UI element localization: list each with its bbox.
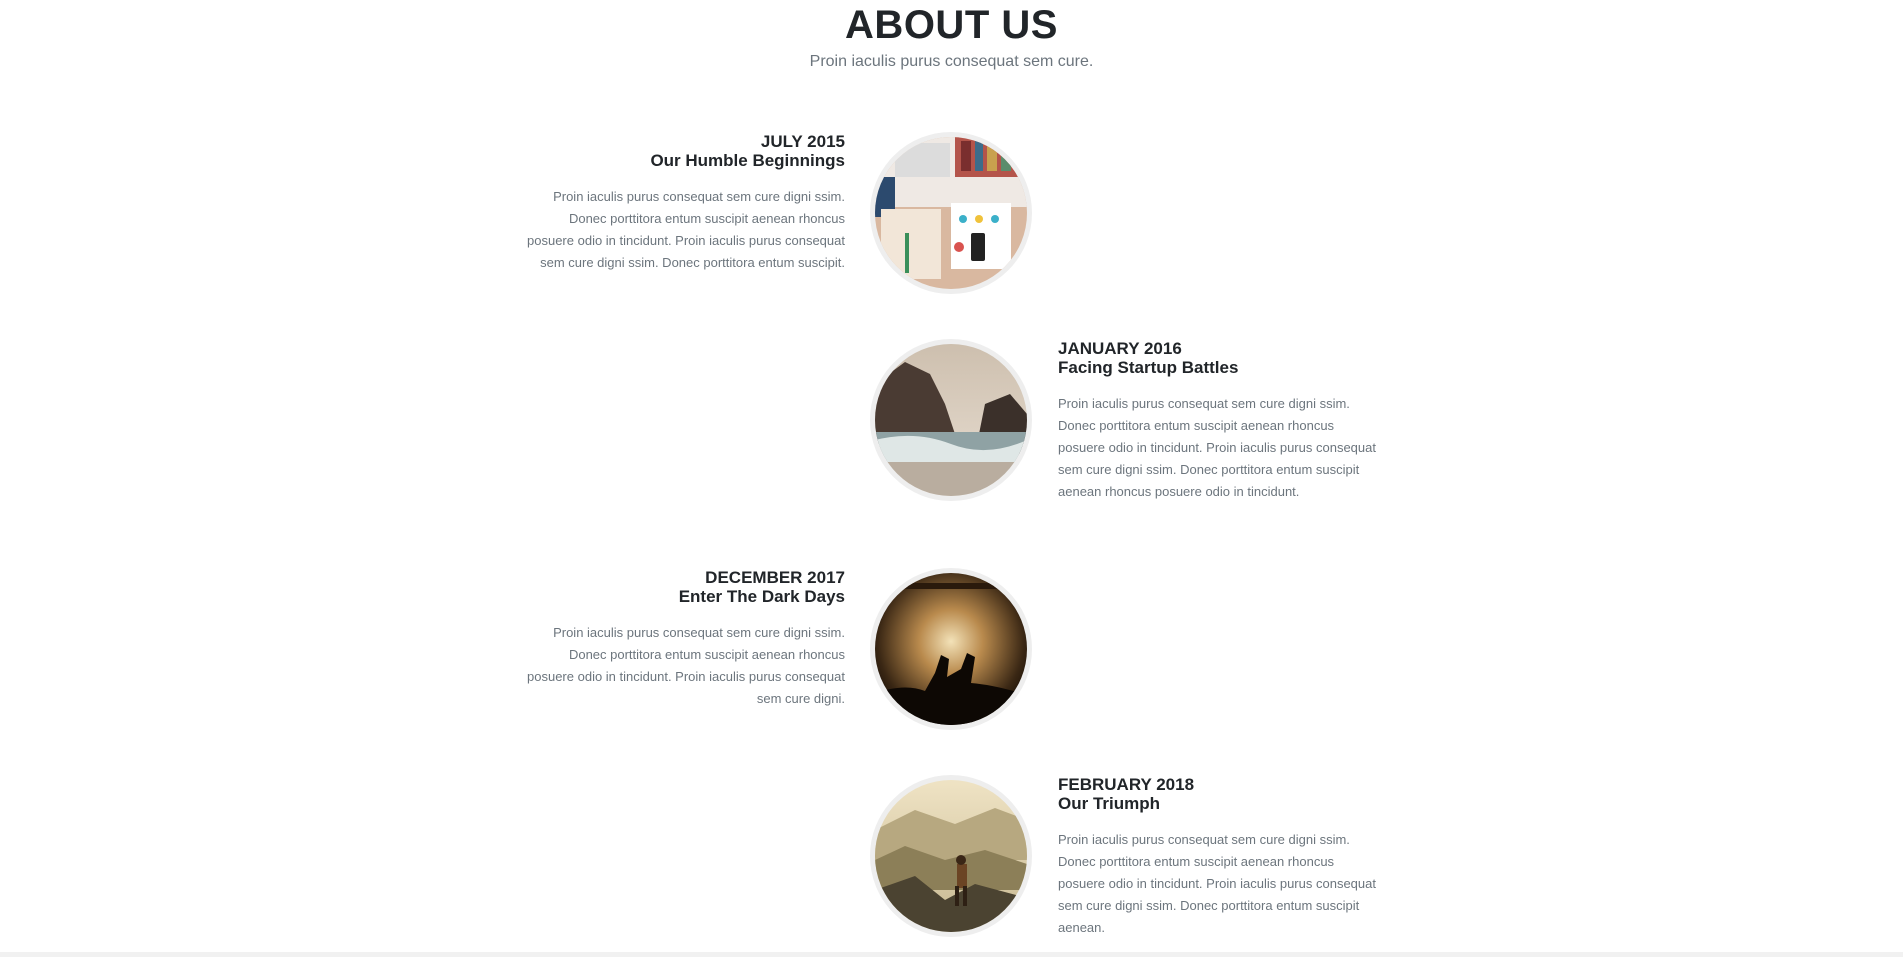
timeline-body: Proin iaculis purus consequat sem cure d… [527, 189, 845, 270]
timeline-date: JULY 2015 [760, 132, 845, 151]
timeline-body: Proin iaculis purus consequat sem cure d… [1058, 396, 1376, 499]
timeline-panel: JULY 2015 Our Humble Beginnings Proin ia… [525, 132, 845, 274]
timeline-body: Proin iaculis purus consequat sem cure d… [527, 625, 845, 706]
section-subtitle: Proin iaculis purus consequat sem cure. [809, 53, 1094, 70]
timeline-panel: FEBRUARY 2018 Our Triumph Proin iaculis … [1058, 775, 1378, 939]
timeline-heading: Our Humble Beginnings [650, 151, 845, 170]
concert-crowd-photo [870, 568, 1032, 730]
timeline-item: FEBRUARY 2018 Our Triumph Proin iaculis … [0, 775, 1903, 945]
rocky-beach-photo [870, 339, 1032, 501]
section-title: ABOUT US [845, 3, 1058, 47]
timeline-panel: JANUARY 2016 Facing Startup Battles Proi… [1058, 339, 1378, 503]
timeline-item: DECEMBER 2017 Enter The Dark Days Proin … [0, 568, 1903, 738]
timeline-item: JULY 2015 Our Humble Beginnings Proin ia… [0, 132, 1903, 302]
timeline-date: DECEMBER 2017 [705, 568, 845, 587]
timeline-body: Proin iaculis purus consequat sem cure d… [1058, 832, 1376, 935]
mountain-hiker-photo [870, 775, 1032, 937]
section-header: ABOUT US Proin iaculis purus consequat s… [0, 0, 1903, 72]
timeline-date: JANUARY 2016 [1058, 339, 1182, 358]
about-section: ABOUT US Proin iaculis purus consequat s… [0, 0, 1903, 957]
timeline-heading: Our Triumph [1058, 794, 1160, 813]
timeline-panel: DECEMBER 2017 Enter The Dark Days Proin … [525, 568, 845, 710]
timeline-item: JANUARY 2016 Facing Startup Battles Proi… [0, 339, 1903, 509]
timeline-heading: Enter The Dark Days [678, 587, 845, 606]
timeline-heading: Facing Startup Battles [1058, 358, 1239, 377]
desk-flatlay-photo [870, 132, 1032, 294]
timeline-date: FEBRUARY 2018 [1058, 775, 1195, 794]
footer-divider [0, 952, 1903, 957]
